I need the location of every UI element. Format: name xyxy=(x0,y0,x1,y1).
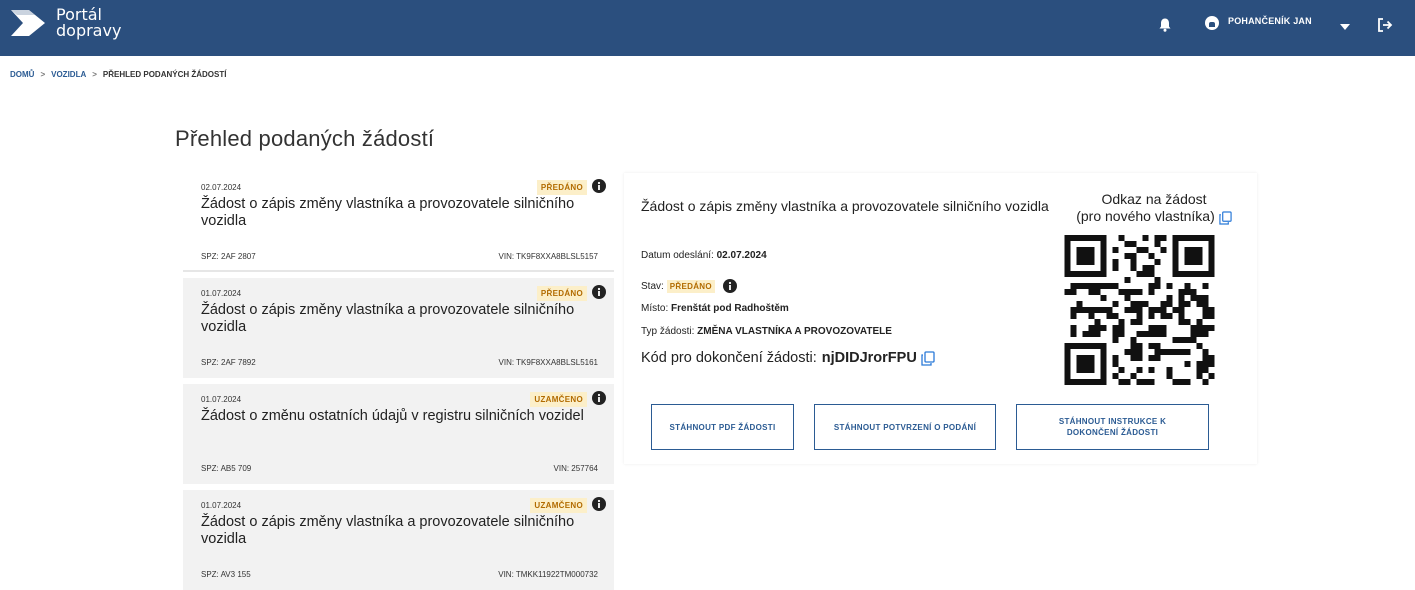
top-bar: Portál dopravy POHANČENÍK JAN xyxy=(0,0,1415,56)
info-icon[interactable] xyxy=(592,497,606,511)
sent-value: 02.07.2024 xyxy=(716,250,767,261)
application-date: 01.07.2024 xyxy=(201,289,242,298)
status-badge: UZAMČENO xyxy=(530,498,587,513)
link-heading: Odkaz na žádost (pro nového vlastníka) xyxy=(1054,191,1254,225)
application-spz: SPZ: AB5 709 xyxy=(201,464,252,473)
sent-label: Datum odeslání: xyxy=(641,250,714,261)
status-badge: PŘEDÁNO xyxy=(536,180,587,195)
application-card[interactable]: 01.07.2024 UZAMČENO Žádost o zápis změny… xyxy=(183,490,614,590)
application-vin: VIN: TK9F8XXA8BLSL5157 xyxy=(498,252,598,261)
status-label: Stav: xyxy=(641,280,664,292)
chevron-down-icon[interactable] xyxy=(1340,24,1350,30)
detail-type: Typ žádosti: ZMĚNA VLASTNÍKA A PROVOZOVA… xyxy=(641,326,892,337)
application-spz: SPZ: AV3 155 xyxy=(201,570,251,579)
application-card[interactable]: 02.07.2024 PŘEDÁNO Žádost o zápis změny … xyxy=(183,172,614,272)
logo-text: Portál dopravy xyxy=(56,7,121,39)
breadcrumb-separator: > xyxy=(40,70,46,79)
application-title: Žádost o zápis změny vlastníka a provozo… xyxy=(201,514,575,547)
detail-title: Žádost o zápis změny vlastníka a provozo… xyxy=(641,198,1049,214)
breadcrumb-separator: > xyxy=(92,70,97,79)
download-confirmation-button[interactable]: STÁHNOUT POTVRZENÍ O PODÁNÍ xyxy=(814,404,996,450)
place-label: Místo: xyxy=(641,303,669,314)
code-label: Kód pro dokončení žádosti: xyxy=(641,350,817,366)
info-icon[interactable] xyxy=(592,179,606,193)
application-spz: SPZ: 2AF 2807 xyxy=(201,252,256,261)
status-badge: PŘEDÁNO xyxy=(666,279,715,293)
application-date: 01.07.2024 xyxy=(201,395,242,404)
application-title: Žádost o změnu ostatních údajů v registr… xyxy=(201,408,584,424)
application-vin: VIN: TMKK11922TM000732 xyxy=(498,570,598,579)
portal-logo[interactable]: Portál dopravy xyxy=(9,6,121,40)
completion-code: Kód pro dokončení žádosti: njDIDJrorFPU xyxy=(641,350,935,366)
info-icon[interactable] xyxy=(592,391,606,405)
user-name: POHANČENÍK JAN xyxy=(1228,16,1312,26)
link-heading-line1: Odkaz na žádost xyxy=(1101,191,1207,207)
link-heading-line2: (pro nového vlastníka) xyxy=(1076,208,1215,224)
detail-sent-date: Datum odeslání: 02.07.2024 xyxy=(641,250,767,261)
user-menu[interactable]: POHANČENÍK JAN xyxy=(1205,16,1312,30)
application-vin: VIN: 257764 xyxy=(553,464,598,473)
status-badge: PŘEDÁNO xyxy=(536,286,587,301)
logo-arrow-icon xyxy=(11,10,45,36)
info-icon[interactable] xyxy=(722,279,737,293)
place-value: Frenštát pod Radhoštěm xyxy=(671,303,789,314)
status-badge: UZAMČENO xyxy=(530,392,587,407)
breadcrumb-vehicles[interactable]: VOZIDLA xyxy=(51,70,86,79)
user-avatar-icon xyxy=(1205,16,1219,30)
detail-place: Místo: Frenštát pod Radhoštěm xyxy=(641,303,789,314)
detail-status: Stav: PŘEDÁNO xyxy=(641,279,737,293)
application-title: Žádost o zápis změny vlastníka a provozo… xyxy=(201,196,575,229)
logo-line2: dopravy xyxy=(56,21,122,40)
qr-code xyxy=(1064,235,1215,385)
download-pdf-button[interactable]: STÁHNOUT PDF ŽÁDOSTI xyxy=(651,404,794,450)
copy-link-icon[interactable] xyxy=(1219,211,1232,225)
type-value: ZMĚNA VLASTNÍKA A PROVOZOVATELE xyxy=(697,326,892,337)
bell-icon[interactable] xyxy=(1159,18,1171,32)
code-value: njDIDJrorFPU xyxy=(821,350,917,366)
application-vin: VIN: TK9F8XXA8BLSL5161 xyxy=(498,358,598,367)
application-card[interactable]: 01.07.2024 PŘEDÁNO Žádost o zápis změny … xyxy=(183,278,614,378)
application-spz: SPZ: 2AF 7892 xyxy=(201,358,256,367)
info-icon[interactable] xyxy=(592,285,606,299)
copy-icon[interactable] xyxy=(921,350,935,366)
breadcrumb-home[interactable]: DOMŮ xyxy=(10,70,34,79)
application-date: 02.07.2024 xyxy=(201,183,242,192)
logout-icon[interactable] xyxy=(1377,17,1393,33)
page-title: Přehled podaných žádostí xyxy=(175,126,435,151)
breadcrumb-current: PŘEHLED PODANÝCH ŽÁDOSTÍ xyxy=(102,70,227,79)
download-instructions-button[interactable]: STÁHNOUT INSTRUKCE K DOKONČENÍ ŽÁDOSTI xyxy=(1016,404,1209,450)
type-label: Typ žádosti: xyxy=(641,326,695,337)
application-detail: Žádost o zápis změny vlastníka a provozo… xyxy=(624,173,1257,464)
breadcrumb: DOMŮ > VOZIDLA > PŘEHLED PODANÝCH ŽÁDOST… xyxy=(10,70,226,79)
application-card[interactable]: 01.07.2024 UZAMČENO Žádost o změnu ostat… xyxy=(183,384,614,484)
application-date: 01.07.2024 xyxy=(201,501,242,510)
application-title: Žádost o zápis změny vlastníka a provozo… xyxy=(201,302,575,335)
